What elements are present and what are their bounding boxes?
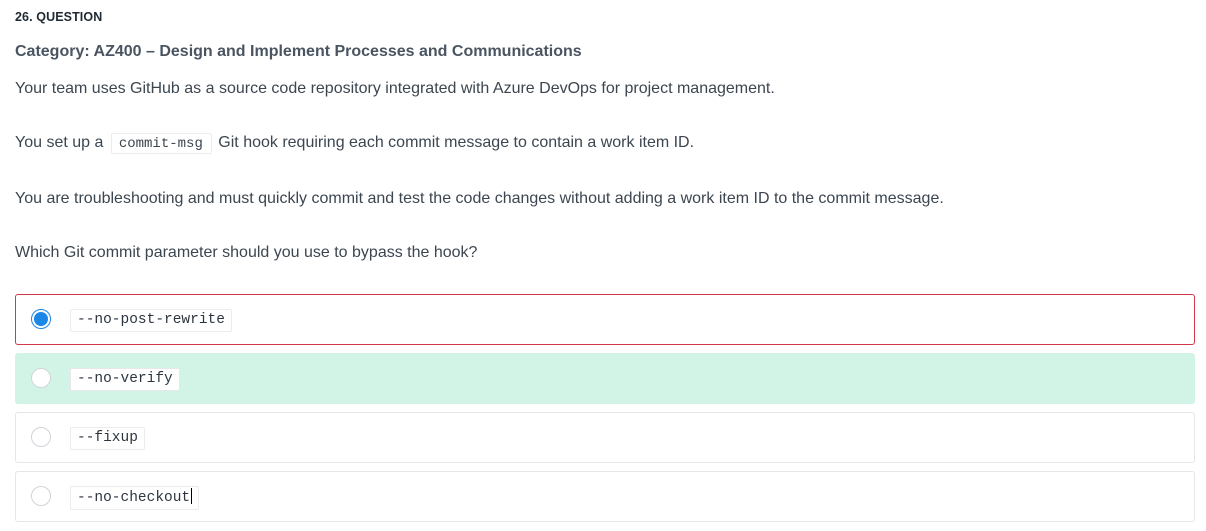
radio-button-icon[interactable]: [31, 368, 51, 388]
answer-option-label: --no-verify: [70, 368, 180, 391]
question-paragraph-2: You set up a commit-msg Git hook requiri…: [15, 133, 694, 154]
radio-button-icon[interactable]: [31, 486, 51, 506]
radio-button-icon[interactable]: [31, 427, 51, 447]
answer-option-2[interactable]: --no-verify: [15, 353, 1195, 404]
answer-option-3[interactable]: --fixup: [15, 412, 1195, 463]
question-number: 26. QUESTION: [15, 10, 103, 24]
answer-option-label: --no-post-rewrite: [70, 309, 232, 332]
question-page: 26. QUESTION Category: AZ400 – Design an…: [0, 0, 1206, 531]
inline-code-commit-msg: commit-msg: [110, 133, 212, 154]
paragraph-2-text-before: You set up a: [15, 134, 104, 151]
question-paragraph-3: You are troubleshooting and must quickly…: [15, 190, 944, 207]
answer-option-1[interactable]: --no-post-rewrite: [15, 294, 1195, 345]
radio-button-checked-icon[interactable]: [31, 309, 51, 329]
answer-option-4[interactable]: --no-checkout: [15, 471, 1195, 522]
question-paragraph-1: Your team uses GitHub as a source code r…: [15, 80, 775, 97]
paragraph-2-text-after: Git hook requiring each commit message t…: [218, 134, 695, 151]
answer-option-label: --fixup: [70, 427, 145, 450]
answer-options: --no-post-rewrite --no-verify --fixup --…: [15, 294, 1195, 530]
answer-option-label: --no-checkout: [77, 490, 191, 506]
text-cursor-icon: [191, 488, 193, 504]
question-prompt: Which Git commit parameter should you us…: [15, 244, 478, 261]
question-category: Category: AZ400 – Design and Implement P…: [15, 43, 582, 60]
answer-option-code: --no-checkout: [70, 486, 200, 510]
